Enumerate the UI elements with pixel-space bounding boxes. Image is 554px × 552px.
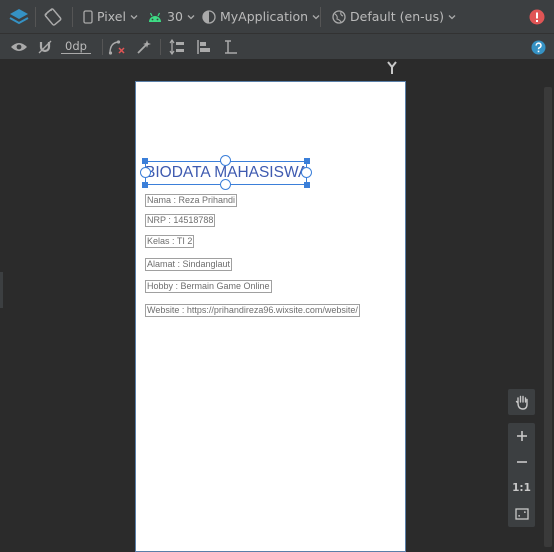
zoom-actual-size-button[interactable]: 1:1 — [508, 477, 535, 499]
locale-dropdown[interactable]: Default (en-us) — [332, 9, 456, 24]
fit-screen-icon — [514, 508, 529, 520]
zoom-in-button[interactable] — [508, 425, 535, 447]
vertical-scrollbar[interactable] — [544, 87, 552, 547]
constraint-anchor-icon — [386, 61, 398, 75]
alamat-textview[interactable]: Alamat : Sindanglaut — [145, 258, 233, 271]
toolbar-separator — [35, 7, 36, 27]
layout-toolbar: 0dp — [0, 34, 554, 60]
resize-handle-top-left[interactable] — [142, 158, 148, 164]
clear-constraints-icon[interactable] — [108, 39, 126, 55]
infer-constraints-wand-icon[interactable] — [135, 39, 153, 55]
pack-distribute-icon[interactable] — [168, 39, 186, 55]
toolbar-separator — [160, 39, 161, 55]
constraint-handle-right[interactable] — [301, 167, 312, 178]
pan-hand-button[interactable] — [508, 389, 535, 415]
website-textview[interactable]: Website : https://prihandireza96.wixsite… — [145, 304, 360, 317]
phone-icon — [83, 9, 93, 24]
device-label: Pixel — [97, 9, 126, 24]
toolbar-separator — [320, 7, 321, 27]
constraint-handle-bottom[interactable] — [220, 179, 231, 190]
chevron-down-icon — [130, 14, 138, 19]
nrp-textview[interactable]: NRP : 14518788 — [145, 214, 216, 227]
theme-icon — [202, 9, 216, 24]
device-dropdown[interactable]: Pixel — [83, 9, 138, 24]
hobby-textview[interactable]: Hobby : Bermain Game Online — [145, 280, 272, 293]
chevron-down-icon — [448, 14, 456, 19]
resize-handle-top-right[interactable] — [304, 158, 310, 164]
default-margin-value: 0dp — [65, 39, 87, 53]
left-panel-grip[interactable] — [0, 272, 3, 308]
autoconnect-off-icon[interactable] — [36, 39, 54, 55]
zoom-to-fit-button[interactable] — [508, 503, 535, 525]
minus-icon — [516, 461, 527, 463]
theme-dropdown[interactable]: MyApplication — [202, 9, 320, 24]
help-icon[interactable] — [530, 39, 546, 55]
plus-icon — [516, 431, 527, 441]
guidelines-icon[interactable] — [222, 39, 240, 55]
android-icon — [149, 12, 161, 22]
align-left-icon[interactable] — [195, 39, 213, 55]
chevron-down-icon — [312, 14, 320, 19]
default-margin-dropdown[interactable]: 0dp — [61, 40, 91, 54]
api-level-dropdown[interactable]: 30 — [147, 9, 195, 24]
design-surface-layers-icon[interactable] — [8, 7, 30, 27]
zoom-actual-size-label: 1:1 — [512, 482, 531, 494]
error-indicator-icon[interactable] — [529, 9, 545, 25]
locale-label: Default (en-us) — [350, 9, 444, 24]
globe-icon — [332, 9, 346, 24]
constraint-handle-left[interactable] — [140, 167, 151, 178]
api-level-label: 30 — [167, 9, 183, 24]
chevron-down-icon — [187, 14, 195, 19]
orientation-icon[interactable] — [42, 7, 64, 27]
toolbar-separator — [102, 39, 103, 55]
resize-handle-bottom-right[interactable] — [304, 182, 310, 188]
theme-label: MyApplication — [220, 9, 309, 24]
top-toolbar: Pixel 30 MyApplication Default (en-us) — [0, 0, 554, 34]
nama-textview[interactable]: Nama : Reza Prihandi — [145, 194, 238, 207]
kelas-textview[interactable]: Kelas : TI 2 — [145, 235, 195, 248]
zoom-out-button[interactable] — [508, 451, 535, 473]
eye-icon[interactable] — [10, 39, 28, 55]
constraint-handle-top[interactable] — [220, 155, 231, 166]
hand-icon — [515, 395, 528, 410]
resize-handle-bottom-left[interactable] — [142, 182, 148, 188]
toolbar-separator — [72, 7, 73, 27]
